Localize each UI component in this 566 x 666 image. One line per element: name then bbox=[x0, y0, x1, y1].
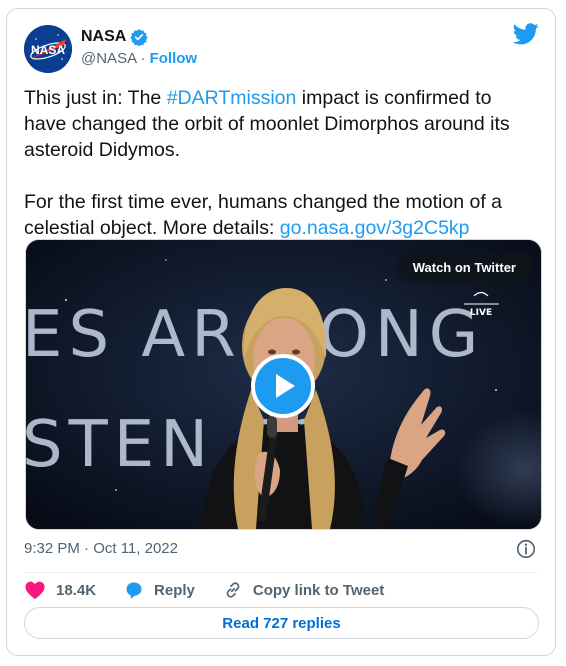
details-link[interactable]: go.nasa.gov/3g2C5kp bbox=[280, 217, 470, 239]
reply-icon bbox=[126, 582, 142, 599]
tweet-text: This just in: The #DARTmission impact is… bbox=[24, 85, 539, 241]
follow-button[interactable]: Follow bbox=[150, 50, 198, 67]
link-icon bbox=[226, 582, 240, 598]
tweet-paragraph-1: This just in: The #DARTmission impact is… bbox=[24, 85, 539, 163]
handle-separator: · bbox=[140, 50, 146, 67]
verified-badge-icon bbox=[130, 29, 148, 46]
like-button[interactable]: 18.4K bbox=[24, 580, 96, 600]
author-handle[interactable]: @NASA bbox=[81, 50, 136, 67]
play-icon bbox=[276, 374, 295, 398]
tweet-timestamp[interactable]: 9:32 PM · Oct 11, 2022 bbox=[24, 540, 178, 557]
info-icon[interactable] bbox=[515, 538, 537, 560]
heart-icon bbox=[25, 581, 45, 600]
author-name-row[interactable]: NASA bbox=[81, 28, 148, 46]
hashtag-link[interactable]: #DARTmission bbox=[167, 87, 297, 109]
copy-link-label: Copy link to Tweet bbox=[252, 581, 385, 599]
nasa-avatar[interactable]: NASA bbox=[24, 25, 72, 73]
nasa-logo-icon: NASA bbox=[24, 25, 72, 73]
watch-on-twitter-badge[interactable]: Watch on Twitter bbox=[395, 252, 533, 283]
tweet-actions: 18.4K Reply Copy link to Tweet bbox=[24, 578, 412, 602]
read-replies-button[interactable]: Read 727 replies bbox=[24, 607, 539, 639]
copy-link-button[interactable]: Copy link to Tweet bbox=[223, 580, 384, 600]
avatar-wordmark: NASA bbox=[31, 43, 65, 57]
reply-label: Reply bbox=[154, 581, 195, 599]
reply-button[interactable]: Reply bbox=[124, 580, 195, 600]
twitter-bird-icon[interactable] bbox=[513, 23, 539, 45]
tweet-card: NASA NASA @NASA · Follow This just in: T… bbox=[6, 8, 556, 656]
tweet-paragraph-2: For the first time ever, humans changed … bbox=[24, 189, 539, 241]
live-label: LIVE bbox=[470, 308, 492, 318]
divider bbox=[24, 572, 538, 573]
tweet-text-1a: This just in: The bbox=[24, 87, 167, 109]
author-handle-row: @NASA · Follow bbox=[81, 50, 197, 67]
video-player[interactable]: ES AR RONG STEN ES LIVE Watch on Twitter bbox=[25, 239, 542, 530]
play-button[interactable] bbox=[251, 354, 315, 418]
like-count: 18.4K bbox=[56, 581, 97, 599]
author-name[interactable]: NASA bbox=[81, 28, 126, 46]
